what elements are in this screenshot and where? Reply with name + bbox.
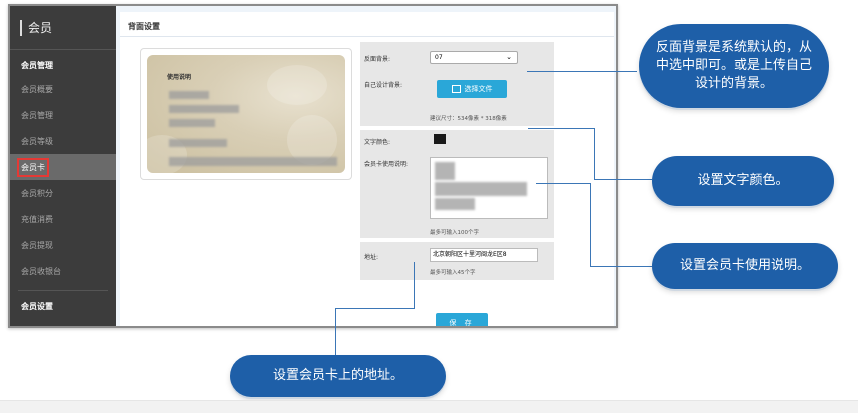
page-title: 背面设置 — [128, 22, 160, 31]
blurred-text — [435, 182, 527, 196]
connector-line — [414, 262, 415, 308]
sidebar-item-withdraw[interactable]: 会员提现 — [10, 232, 116, 258]
usage-textarea[interactable] — [430, 157, 548, 219]
card-preview: 使用说明 — [147, 55, 345, 173]
connector-line — [594, 179, 652, 180]
connector-line — [528, 128, 594, 129]
callout-usage: 设置会员卡使用说明。 — [652, 243, 838, 289]
header-bar-icon — [20, 19, 22, 36]
sidebar-item-settings[interactable]: 会员设置 — [10, 317, 116, 327]
settings-form: 反面背景: 07 ⌄ 自己设计背景: 选择文件 建议尺寸：534像素 * 318… — [360, 42, 554, 280]
connector-line — [335, 308, 415, 309]
sidebar-item-recharge[interactable]: 充值消费 — [10, 206, 116, 232]
address-hint: 最多可输入45个字 — [430, 270, 476, 276]
usage-hint: 最多可输入100个字 — [430, 230, 479, 236]
sidebar-item-member-card[interactable]: 会员卡 — [10, 154, 116, 180]
connector-line — [536, 183, 590, 184]
sidebar-group-member-management: 会员管理 — [21, 60, 53, 70]
blurred-text — [169, 105, 239, 113]
main-content: 背面设置 使用说明 反面背景: 07 ⌄ 自己设计背景: 选择文件 建议尺寸：5… — [120, 12, 614, 326]
connector-line — [590, 266, 652, 267]
card-usage-title: 使用说明 — [167, 74, 192, 81]
custom-bg-label: 自己设计背景: — [364, 82, 403, 89]
address-input[interactable]: 北京朝阳区十里河闽龙E区8 — [430, 248, 538, 262]
connector-line — [335, 308, 336, 360]
sidebar: 会员 会员管理 会员概要 会员管理 会员等级 会员卡 会员积分 充值消费 会员提… — [10, 6, 116, 326]
blurred-text — [169, 139, 227, 147]
connector-line — [590, 183, 591, 266]
bottom-strip — [0, 400, 858, 413]
image-icon — [451, 85, 461, 93]
background-select-value: 07 — [435, 54, 443, 61]
sidebar-item-level[interactable]: 会员等级 — [10, 128, 116, 154]
connector-line — [594, 128, 595, 179]
sidebar-item-member-card-label: 会员卡 — [17, 157, 49, 177]
blurred-text — [169, 157, 337, 166]
choose-file-button[interactable]: 选择文件 — [437, 80, 507, 98]
text-color-swatch[interactable] — [434, 134, 446, 144]
sidebar-header: 会员 — [10, 6, 116, 50]
size-hint: 建议尺寸：534像素 * 318像素 — [430, 116, 507, 122]
callout-address: 设置会员卡上的地址。 — [230, 355, 446, 397]
connector-line — [527, 71, 637, 72]
sidebar-group-member-settings: 会员设置 — [21, 301, 53, 311]
blurred-text — [435, 162, 455, 180]
title-divider — [120, 36, 614, 37]
tutorial-canvas: 会员 会员管理 会员概要 会员管理 会员等级 会员卡 会员积分 充值消费 会员提… — [0, 0, 858, 413]
address-label: 地址: — [364, 254, 379, 261]
save-button[interactable]: 保 存 — [436, 313, 488, 326]
card-preview-frame: 使用说明 — [140, 48, 352, 180]
callout-background: 反面背景是系统默认的，从中选中即可。或是上传自己设计的背景。 — [639, 24, 829, 108]
usage-label: 会员卡使用说明: — [364, 161, 409, 168]
blurred-text — [435, 198, 475, 210]
sidebar-divider — [18, 290, 108, 291]
text-color-label: 文字颜色: — [364, 139, 391, 146]
sidebar-item-management[interactable]: 会员管理 — [10, 102, 116, 128]
bg-label: 反面背景: — [364, 56, 391, 63]
screenshot-frame: 会员 会员管理 会员概要 会员管理 会员等级 会员卡 会员积分 充值消费 会员提… — [8, 4, 618, 328]
sidebar-item-points[interactable]: 会员积分 — [10, 180, 116, 206]
callout-text-color: 设置文字颜色。 — [652, 156, 834, 206]
sidebar-item-cashier[interactable]: 会员收银台 — [10, 258, 116, 284]
chevron-down-icon: ⌄ — [506, 53, 512, 61]
blurred-text — [169, 91, 209, 99]
sidebar-item-overview[interactable]: 会员概要 — [10, 76, 116, 102]
blurred-text — [169, 119, 215, 127]
background-select[interactable]: 07 ⌄ — [430, 51, 518, 64]
choose-file-label: 选择文件 — [464, 85, 493, 93]
sidebar-header-label: 会员 — [28, 21, 53, 35]
